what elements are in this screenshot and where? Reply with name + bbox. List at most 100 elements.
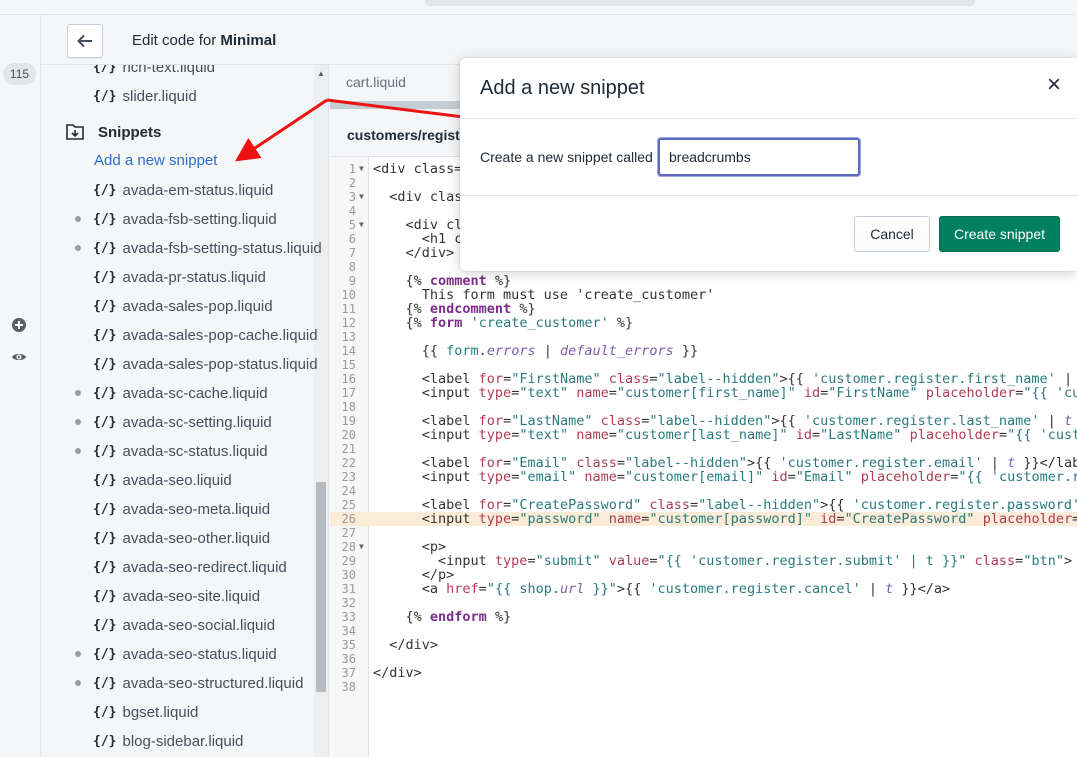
scroll-up-icon[interactable]: ▲ <box>317 69 325 78</box>
file-name: avada-seo-structured.liquid <box>122 674 304 692</box>
line-number: 3 <box>348 190 356 204</box>
snippet-file-item[interactable]: {/} avada-seo-redirect.liquid <box>93 556 287 578</box>
back-button[interactable] <box>67 24 103 58</box>
line-number: 26 <box>341 512 356 526</box>
tab-cart-liquid[interactable]: cart.liquid <box>346 74 406 90</box>
file-name: avada-seo-site.liquid <box>122 587 261 605</box>
code-line[interactable]: 27 <box>330 526 1077 540</box>
code-text: {% form 'create_customer' %} <box>373 315 634 331</box>
snippet-file-item[interactable]: {/} blog-sidebar.liquid <box>93 730 243 752</box>
code-line[interactable]: 19 <label for="LastName" class="label--h… <box>330 414 1077 428</box>
snippet-file-item[interactable]: {/} bgset.liquid <box>93 701 198 723</box>
code-line[interactable]: 22 <label for="Email" class="label--hidd… <box>330 456 1077 470</box>
modified-dot-icon <box>75 245 81 251</box>
code-line[interactable]: 25 <label for="CreatePassword" class="la… <box>330 498 1077 512</box>
eye-icon[interactable] <box>11 349 27 365</box>
snippet-name-input[interactable] <box>658 138 860 176</box>
liquid-file-icon: {/} <box>93 211 117 227</box>
fold-toggle-icon[interactable]: ▼ <box>359 218 364 232</box>
code-line[interactable]: 16 <label for="FirstName" class="label--… <box>330 372 1077 386</box>
line-number: 37 <box>341 666 356 680</box>
snippet-file-item[interactable]: {/} avada-sales-pop-cache.liquid <box>93 324 318 346</box>
code-line[interactable]: 18 <box>330 400 1077 414</box>
line-number: 30 <box>341 568 356 582</box>
file-name: avada-seo-social.liquid <box>122 616 276 634</box>
line-number: 25 <box>341 498 356 512</box>
code-line[interactable]: 36 <box>330 652 1077 666</box>
fold-toggle-icon[interactable]: ▼ <box>359 162 364 176</box>
code-line[interactable]: 38 <box>330 680 1077 694</box>
code-text: {{ form.errors | default_errors }} <box>373 343 699 359</box>
close-icon[interactable]: × <box>1043 73 1065 97</box>
snippet-file-item[interactable]: {/} avada-seo-site.liquid <box>93 585 260 607</box>
liquid-file-icon: {/} <box>93 182 117 198</box>
search-bar[interactable] <box>425 0 975 6</box>
snippet-file-item[interactable]: {/} avada-em-status.liquid <box>93 179 273 201</box>
code-line[interactable]: 24 <box>330 484 1077 498</box>
file-name: avada-sc-status.liquid <box>122 442 268 460</box>
code-line[interactable]: 21 <box>330 442 1077 456</box>
fold-toggle-icon[interactable]: ▼ <box>359 540 364 554</box>
add-snippet-link[interactable]: Add a new snippet <box>94 152 217 169</box>
code-line[interactable]: 12 {% form 'create_customer' %} <box>330 316 1077 330</box>
snippet-file-item[interactable]: {/} avada-seo-meta.liquid <box>93 498 270 520</box>
create-snippet-button[interactable]: Create snippet <box>939 216 1060 252</box>
file-item[interactable]: {/} slider.liquid <box>93 85 197 107</box>
snippet-file-item[interactable]: {/} avada-sales-pop.liquid <box>93 295 273 317</box>
file-item[interactable]: {/} rich-text.liquid <box>93 65 215 78</box>
liquid-file-icon: {/} <box>93 704 117 720</box>
code-line[interactable]: 30 </p> <box>330 568 1077 582</box>
liquid-file-icon: {/} <box>93 588 117 604</box>
liquid-file-icon: {/} <box>93 733 117 749</box>
snippet-file-item[interactable]: {/} avada-seo-status.liquid <box>93 643 277 665</box>
code-line[interactable]: 34 <box>330 624 1077 638</box>
code-line[interactable]: 11 {% endcomment %} <box>330 302 1077 316</box>
snippet-file-item[interactable]: {/} avada-sc-setting.liquid <box>93 411 272 433</box>
code-line[interactable]: 17 <input type="text" name="customer[fir… <box>330 386 1077 400</box>
snippet-file-item[interactable]: {/} avada-sc-cache.liquid <box>93 382 268 404</box>
sidebar-scrollbar-thumb[interactable] <box>316 482 326 692</box>
snippet-file-item[interactable]: {/} avada-sc-status.liquid <box>93 440 268 462</box>
line-number: 34 <box>341 624 356 638</box>
top-bar <box>0 0 1077 15</box>
code-line[interactable]: 37 </div> <box>330 666 1077 680</box>
code-line[interactable]: 33 {% endform %} <box>330 610 1077 624</box>
snippet-file-item[interactable]: {/} avada-fsb-setting.liquid <box>93 208 277 230</box>
snippet-file-item[interactable]: {/} avada-seo-other.liquid <box>93 527 270 549</box>
code-line[interactable]: 26 <input type="password" name="customer… <box>330 512 1077 526</box>
code-line[interactable]: 9 {% comment %} <box>330 274 1077 288</box>
code-line[interactable]: 32 <box>330 596 1077 610</box>
code-line[interactable]: 14 {{ form.errors | default_errors }} <box>330 344 1077 358</box>
code-line[interactable]: 10 This form must use 'create_customer' <box>330 288 1077 302</box>
code-line[interactable]: 29 <input type="submit" value="{{ 'custo… <box>330 554 1077 568</box>
code-line[interactable]: 13 <box>330 330 1077 344</box>
snippet-file-item[interactable]: {/} avada-pr-status.liquid <box>93 266 266 288</box>
snippet-file-item[interactable]: {/} avada-seo.liquid <box>93 469 232 491</box>
code-line[interactable]: 23 <input type="email" name="customer[em… <box>330 470 1077 484</box>
code-line[interactable]: 31 <a href="{{ shop.url }}">{{ 'customer… <box>330 582 1077 596</box>
fold-toggle-icon[interactable]: ▼ <box>359 190 364 204</box>
plus-circle-icon[interactable] <box>11 317 27 333</box>
file-name: blog-sidebar.liquid <box>122 732 244 750</box>
code-line[interactable]: 15 <box>330 358 1077 372</box>
code-text: <a href="{{ shop.url }}">{{ 'customer.re… <box>373 581 951 597</box>
snippets-section-header[interactable]: Snippets <box>65 121 161 143</box>
snippet-file-item[interactable]: {/} avada-fsb-setting-status.liquid <box>93 237 322 259</box>
code-line[interactable]: 28 ▼ <p> <box>330 540 1077 554</box>
code-line[interactable]: 20 <input type="text" name="customer[las… <box>330 428 1077 442</box>
file-name: avada-sc-cache.liquid <box>122 384 268 402</box>
file-name: avada-seo-status.liquid <box>122 645 277 663</box>
code-text: <input type="text" name="customer[last_n… <box>373 427 1077 443</box>
line-number: 29 <box>341 554 356 568</box>
line-number: 6 <box>348 232 356 246</box>
snippet-file-item[interactable]: {/} avada-seo-social.liquid <box>93 614 275 636</box>
code-text: <input type="submit" value="{{ 'customer… <box>373 553 1073 569</box>
snippet-file-item[interactable]: {/} avada-seo-structured.liquid <box>93 672 303 694</box>
line-number: 5 <box>348 218 356 232</box>
code-text: <input type="text" name="customer[first_… <box>373 385 1077 401</box>
snippet-file-item[interactable]: {/} avada-sales-pop-status.liquid <box>93 353 318 375</box>
code-text: This form must use 'create_customer' <box>373 287 715 303</box>
code-line[interactable]: 35 </div> <box>330 638 1077 652</box>
cancel-button[interactable]: Cancel <box>854 216 930 252</box>
code-text: </p> <box>373 567 455 583</box>
